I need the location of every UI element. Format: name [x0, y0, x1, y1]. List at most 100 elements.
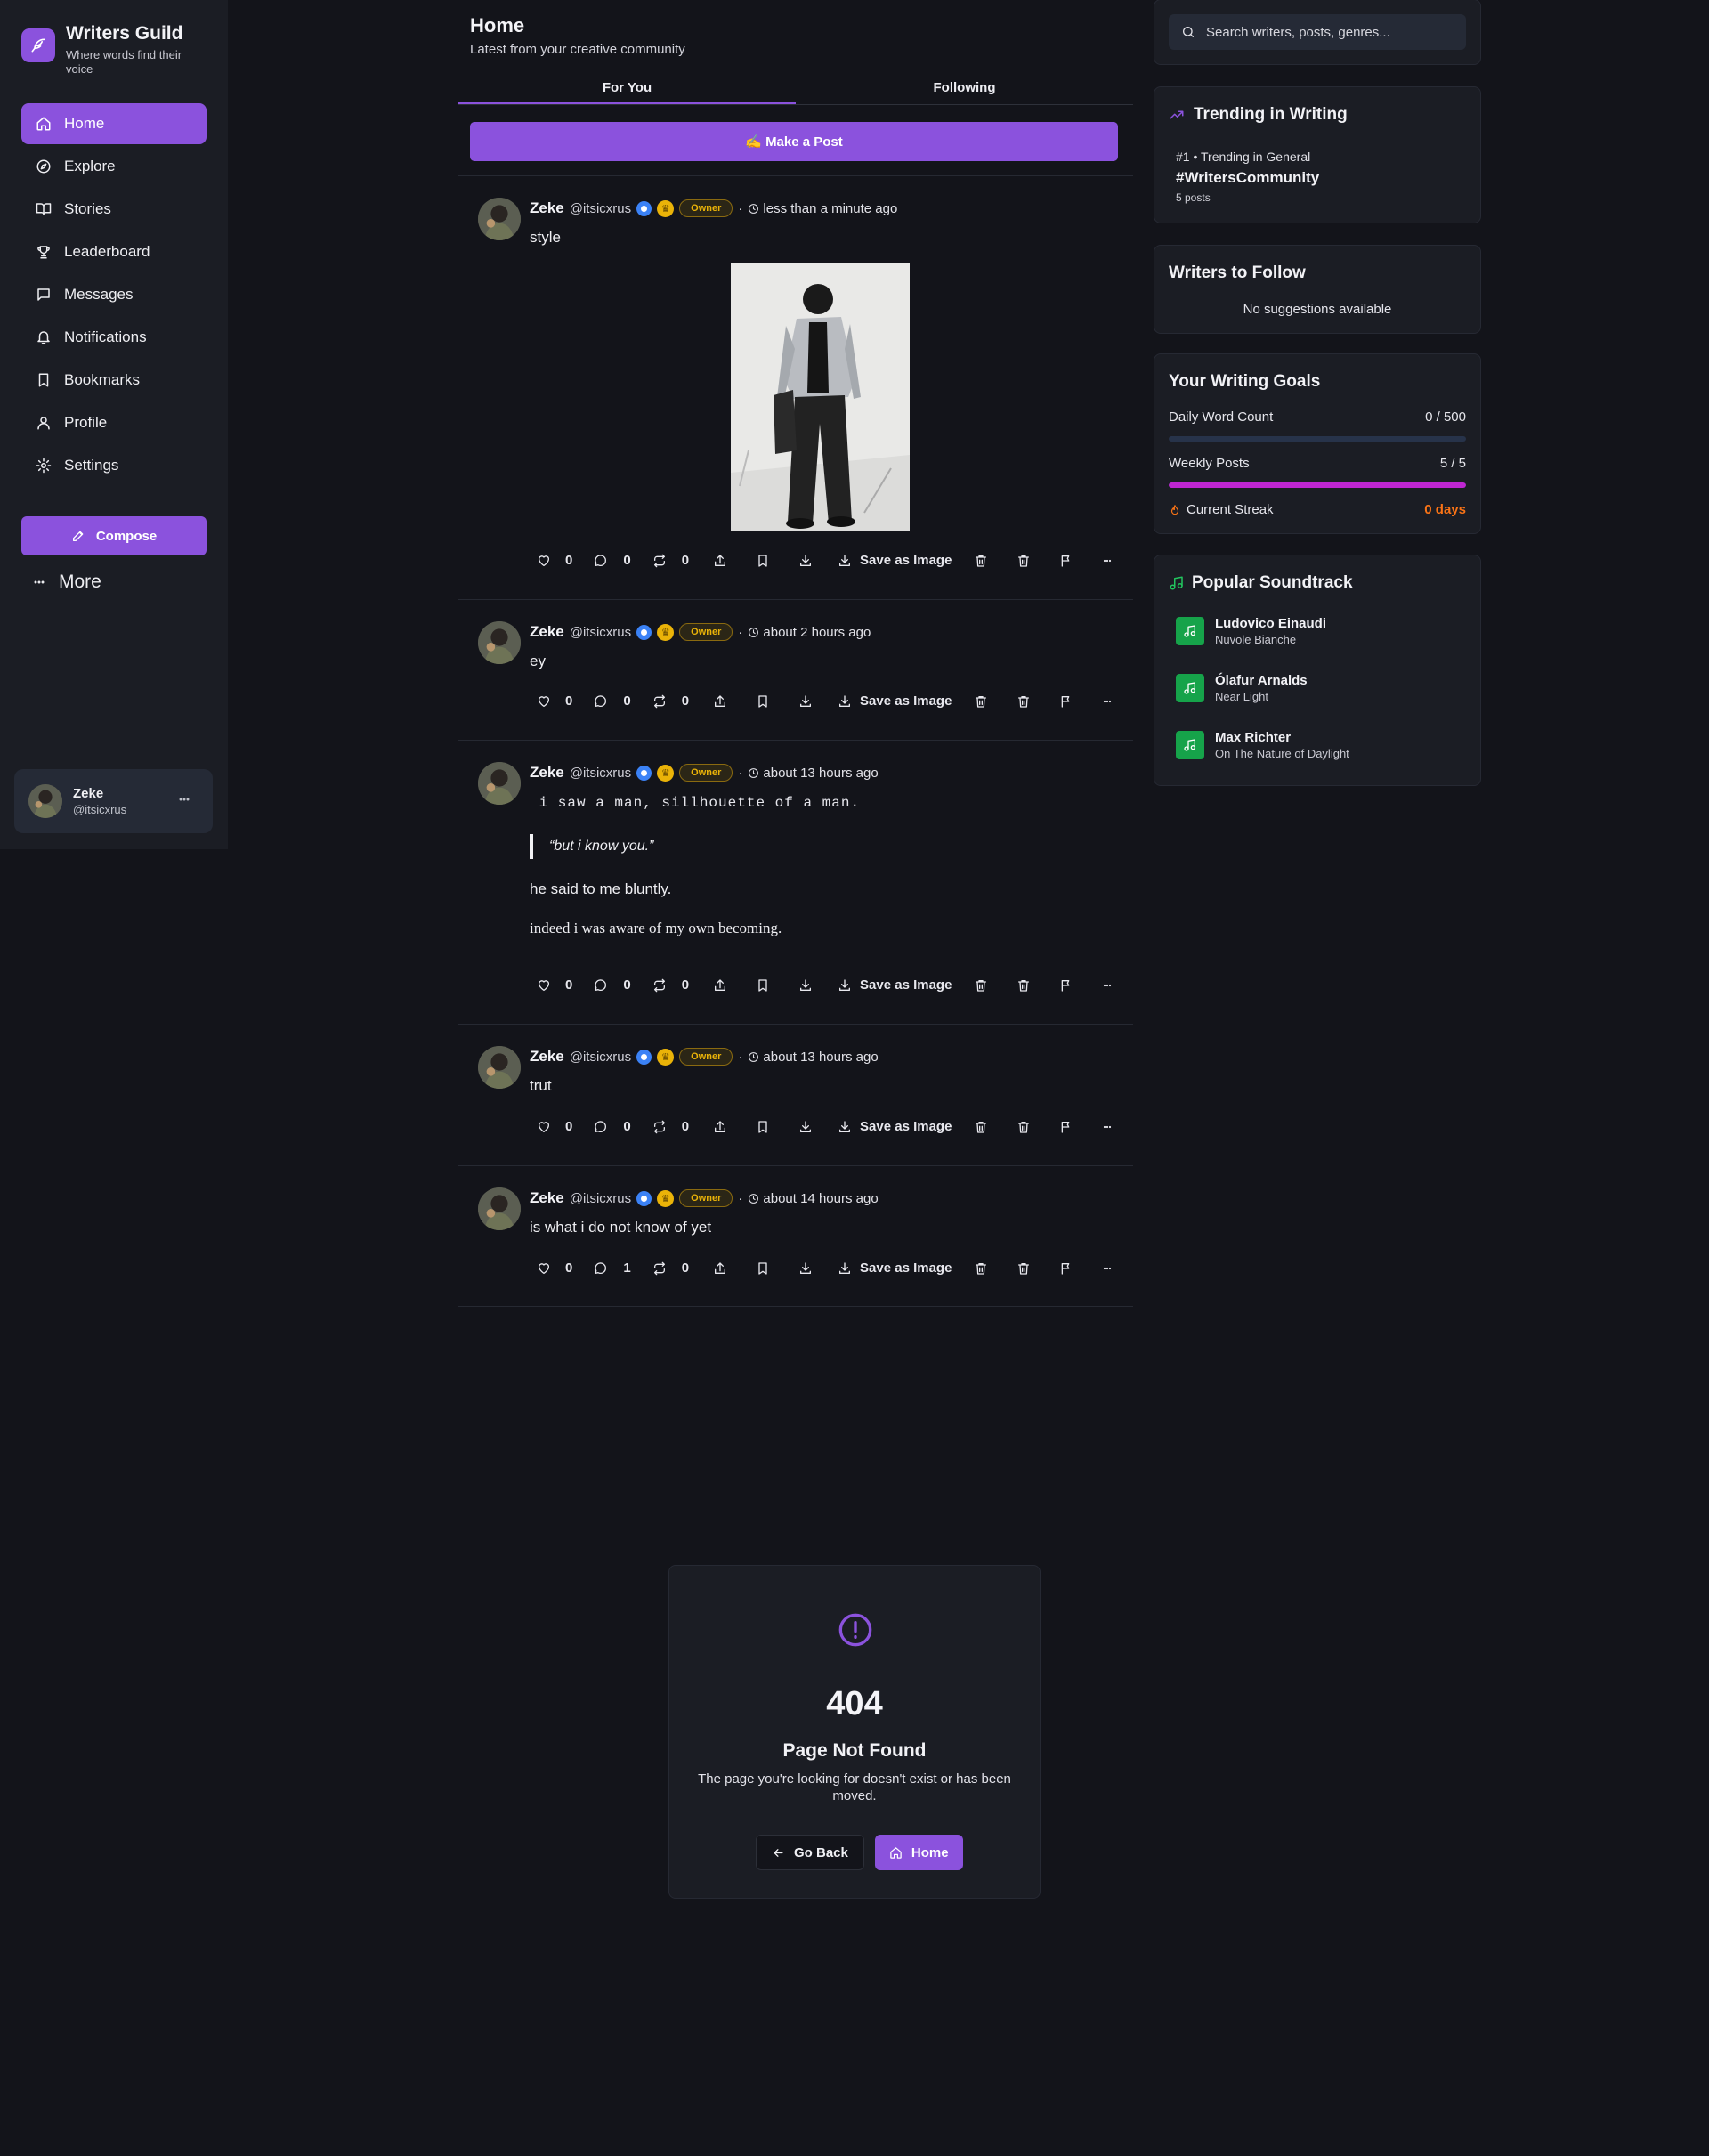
flag-icon[interactable]: [1059, 1120, 1073, 1134]
avatar[interactable]: [478, 1187, 521, 1230]
author-name[interactable]: Zeke: [530, 199, 564, 217]
post-text: style: [530, 229, 561, 246]
like-button[interactable]: 0: [537, 977, 572, 993]
bookmark-icon[interactable]: [756, 1261, 770, 1276]
flag-icon[interactable]: [1059, 554, 1073, 568]
author-handle[interactable]: @itsicxrus: [570, 201, 631, 216]
share-icon[interactable]: [713, 978, 727, 993]
tab-following[interactable]: Following: [796, 73, 1133, 104]
nav-item-home[interactable]: Home: [21, 103, 207, 144]
compose-button[interactable]: Compose: [21, 516, 207, 555]
nav-item-settings[interactable]: Settings: [21, 445, 207, 486]
download-icon[interactable]: [798, 694, 813, 709]
nav-item-bookmarks[interactable]: Bookmarks: [21, 360, 207, 401]
nav-item-messages[interactable]: Messages: [21, 274, 207, 315]
flag-icon[interactable]: [1059, 1261, 1073, 1276]
track-item[interactable]: Ólafur Arnalds Near Light: [1176, 673, 1308, 703]
author-handle[interactable]: @itsicxrus: [570, 766, 631, 781]
like-button[interactable]: 0: [537, 693, 572, 709]
comment-button[interactable]: 1: [594, 1260, 631, 1276]
save-as-image-button[interactable]: Save as Image: [838, 553, 952, 568]
nav-item-stories[interactable]: Stories: [21, 189, 207, 230]
bookmark-icon[interactable]: [756, 694, 770, 709]
nav-item-notifications[interactable]: Notifications: [21, 317, 207, 358]
author-name[interactable]: Zeke: [530, 764, 564, 782]
more-dots-icon[interactable]: [1102, 554, 1113, 568]
avatar[interactable]: [478, 621, 521, 664]
flag-icon[interactable]: [1059, 978, 1073, 993]
save-as-image-button[interactable]: Save as Image: [838, 693, 952, 709]
current-user-card[interactable]: Zeke @itsicxrus: [14, 769, 213, 833]
share-icon[interactable]: [713, 694, 727, 709]
share-icon[interactable]: [713, 1120, 727, 1134]
repost-button[interactable]: 0: [652, 1119, 689, 1134]
save-as-image-button[interactable]: Save as Image: [838, 977, 952, 993]
save-as-image-button[interactable]: Save as Image: [838, 1260, 952, 1276]
share-icon[interactable]: [713, 1261, 727, 1276]
nav-item-leaderboard[interactable]: Leaderboard: [21, 231, 207, 272]
bookmark-icon[interactable]: [756, 1120, 770, 1134]
flag-icon[interactable]: [1059, 694, 1073, 709]
author-name[interactable]: Zeke: [530, 623, 564, 641]
like-button[interactable]: 0: [537, 553, 572, 568]
more-dots-icon[interactable]: [1102, 1261, 1113, 1276]
repost-button[interactable]: 0: [652, 977, 689, 993]
trash-icon[interactable]: [1016, 1120, 1031, 1134]
author-name[interactable]: Zeke: [530, 1189, 564, 1207]
comment-button[interactable]: 0: [594, 693, 631, 709]
home-button[interactable]: Home: [874, 1835, 963, 1870]
author-handle[interactable]: @itsicxrus: [570, 1191, 631, 1206]
tab-for-you[interactable]: For You: [458, 73, 796, 104]
trash-icon[interactable]: [1016, 1261, 1031, 1276]
trash-icon[interactable]: [974, 554, 988, 568]
trash-icon[interactable]: [1016, 978, 1031, 993]
comment-count: 1: [623, 1260, 631, 1276]
repost-button[interactable]: 0: [652, 1260, 689, 1276]
trophy-icon: [36, 244, 52, 260]
share-icon[interactable]: [713, 554, 727, 568]
download-icon[interactable]: [798, 1261, 813, 1276]
more-button[interactable]: More: [32, 571, 101, 593]
more-dots-icon[interactable]: [1102, 1120, 1113, 1134]
repost-button[interactable]: 0: [652, 553, 689, 568]
avatar[interactable]: [478, 198, 521, 240]
author-name[interactable]: Zeke: [530, 1048, 564, 1066]
trending-item[interactable]: #1 • Trending in General #WritersCommuni…: [1176, 150, 1319, 204]
bookmark-icon[interactable]: [756, 554, 770, 568]
download-icon[interactable]: [798, 978, 813, 993]
nav-item-profile[interactable]: Profile: [21, 402, 207, 443]
search-input[interactable]: [1206, 24, 1464, 40]
go-back-button[interactable]: Go Back: [756, 1835, 864, 1870]
trash-icon[interactable]: [1016, 694, 1031, 709]
track-item[interactable]: Max Richter On The Nature of Daylight: [1176, 730, 1349, 760]
brand[interactable]: Writers Guild Where words find their voi…: [21, 23, 190, 77]
user-menu-dots-icon[interactable]: [177, 792, 191, 806]
repost-button[interactable]: 0: [652, 693, 689, 709]
download-icon[interactable]: [798, 554, 813, 568]
like-button[interactable]: 0: [537, 1260, 572, 1276]
comment-button[interactable]: 0: [594, 553, 631, 568]
trash-icon[interactable]: [974, 1261, 988, 1276]
search-box[interactable]: [1169, 14, 1466, 50]
comment-button[interactable]: 0: [594, 1119, 631, 1134]
avatar[interactable]: [478, 1046, 521, 1089]
more-dots-icon[interactable]: [1102, 694, 1113, 709]
bookmark-icon[interactable]: [756, 978, 770, 993]
track-item[interactable]: Ludovico Einaudi Nuvole Bianche: [1176, 616, 1326, 646]
author-handle[interactable]: @itsicxrus: [570, 625, 631, 640]
nav-item-explore[interactable]: Explore: [21, 146, 207, 187]
trash-icon[interactable]: [974, 978, 988, 993]
trash-icon[interactable]: [974, 694, 988, 709]
avatar[interactable]: [478, 762, 521, 805]
download-icon[interactable]: [798, 1120, 813, 1134]
post-image[interactable]: [731, 263, 910, 531]
make-post-button[interactable]: ✍️ Make a Post: [470, 122, 1118, 161]
author-handle[interactable]: @itsicxrus: [570, 1050, 631, 1065]
like-button[interactable]: 0: [537, 1119, 572, 1134]
more-dots-icon[interactable]: [1102, 978, 1113, 993]
trash-icon[interactable]: [974, 1120, 988, 1134]
trash-icon[interactable]: [1016, 554, 1031, 568]
save-as-image-button[interactable]: Save as Image: [838, 1119, 952, 1134]
comment-button[interactable]: 0: [594, 977, 631, 993]
post-text: indeed i was aware of my own becoming.: [530, 920, 782, 936]
